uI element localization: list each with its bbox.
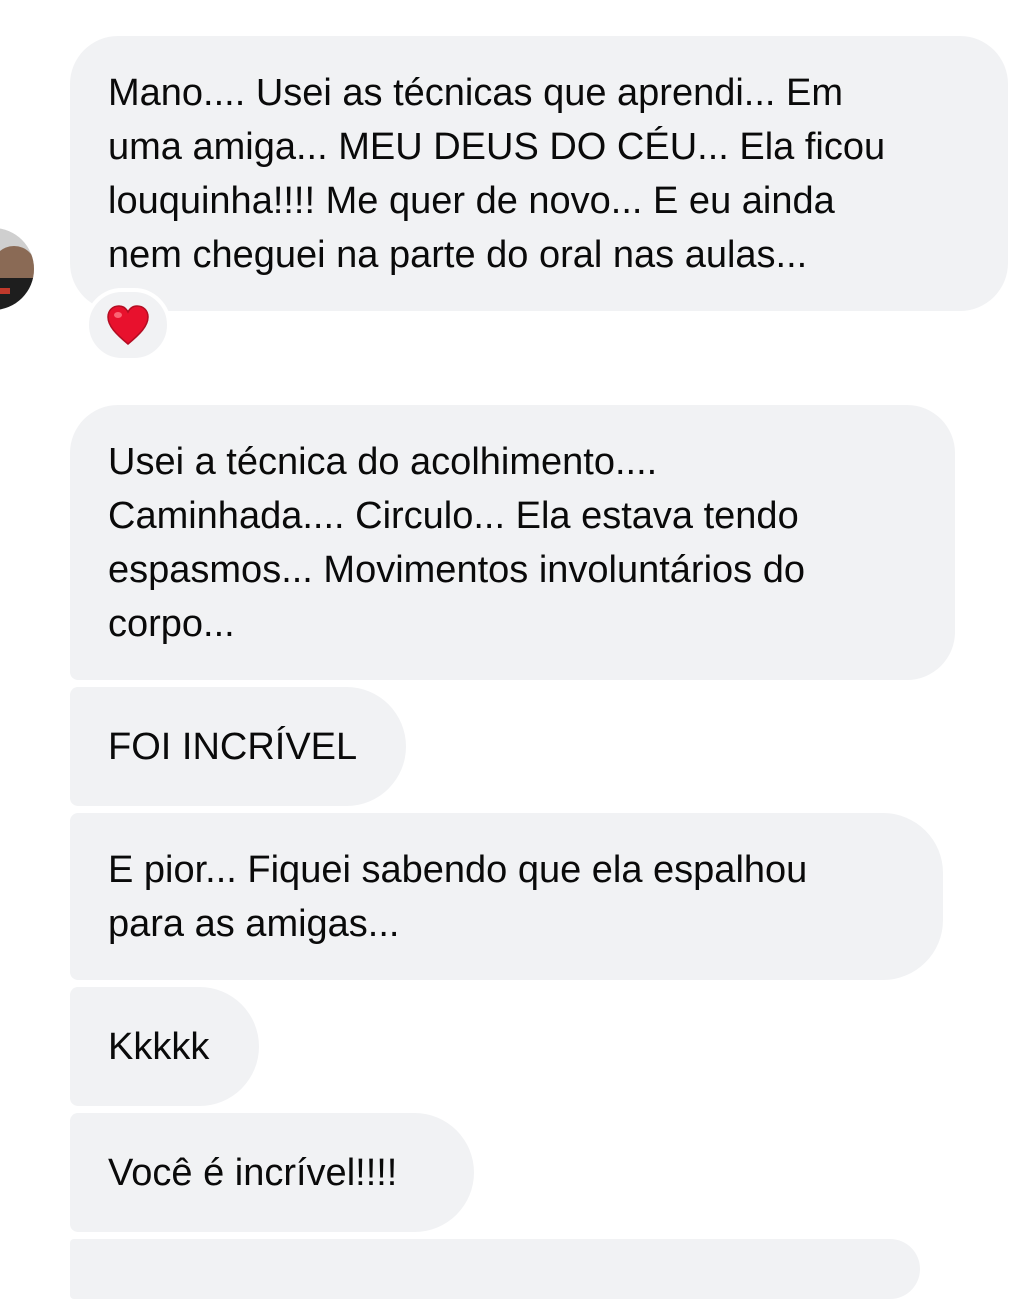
message-bubble-4[interactable]: E pior... Fiquei sabendo que ela espalho… [70,813,943,980]
message-bubble-7-partial[interactable] [70,1239,920,1299]
message-bubble-6[interactable]: Você é incrível!!!! [70,1113,474,1232]
message-bubble-2[interactable]: Usei a técnica do acolhimento.... Caminh… [70,405,955,680]
red-heart-icon [107,305,149,345]
message-bubble-3[interactable]: FOI INCRÍVEL [70,687,406,806]
message-bubble-1[interactable]: Mano.... Usei as técnicas que aprendi...… [70,36,1008,311]
message-text: Usei a técnica do acolhimento.... Caminh… [108,440,805,645]
message-bubble-5[interactable]: Kkkkk [70,987,259,1106]
message-text: Mano.... Usei as técnicas que aprendi...… [108,71,886,276]
avatar-image [0,228,34,310]
message-text: FOI INCRÍVEL [108,725,358,768]
message-text: Kkkkk [108,1025,210,1068]
message-text: E pior... Fiquei sabendo que ela espalho… [108,848,808,945]
sender-avatar[interactable] [0,228,34,310]
reaction-badge[interactable] [85,288,171,362]
message-text: Você é incrível!!!! [108,1151,398,1194]
